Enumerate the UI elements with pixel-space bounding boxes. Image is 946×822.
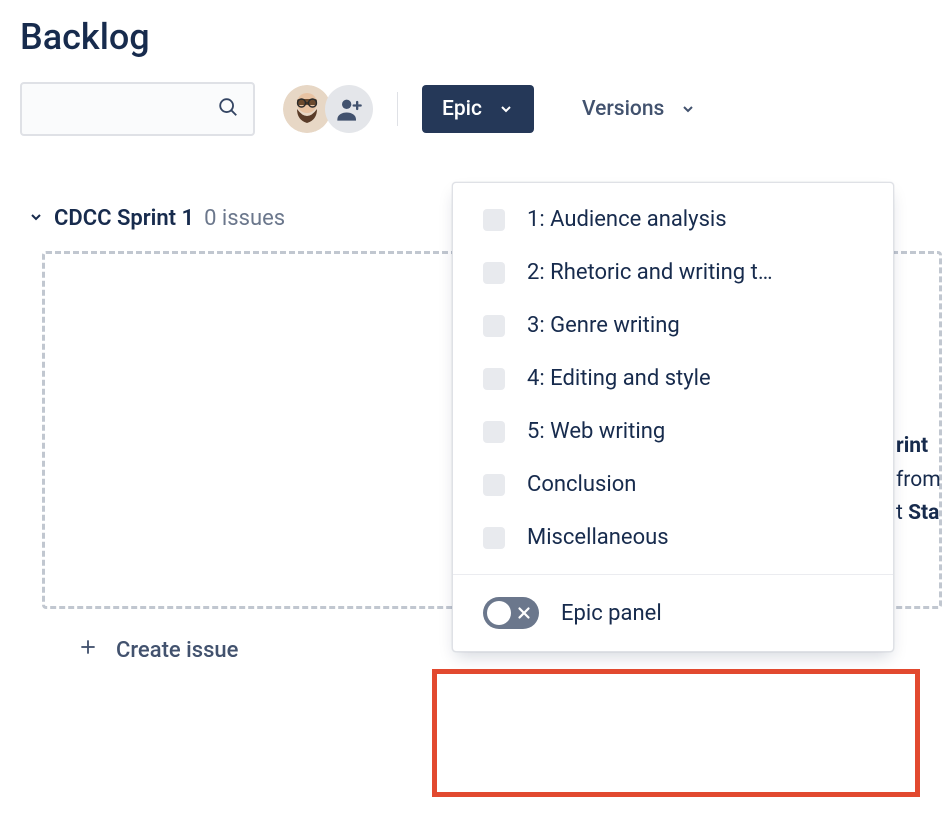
checkbox-icon[interactable] — [483, 315, 505, 337]
add-user-button[interactable] — [325, 85, 373, 133]
checkbox-icon[interactable] — [483, 527, 505, 549]
epic-option[interactable]: 3: Genre writing — [453, 299, 893, 352]
chevron-down-icon — [498, 101, 514, 117]
epic-filter-label: Epic — [442, 97, 482, 121]
search-box[interactable] — [20, 82, 255, 136]
checkbox-icon[interactable] — [483, 209, 505, 231]
epic-option-label: 5: Web writing — [527, 419, 665, 444]
epic-option-label: 3: Genre writing — [527, 313, 680, 338]
epic-option[interactable]: Miscellaneous — [453, 511, 893, 564]
epic-option-label: 2: Rhetoric and writing t… — [527, 260, 773, 285]
epic-option-label: Miscellaneous — [527, 525, 669, 550]
epic-option-label: 4: Editing and style — [527, 366, 711, 391]
epic-option-label: 1: Audience analysis — [527, 207, 727, 232]
sprint-name: CDCC Sprint 1 — [54, 206, 194, 231]
chevron-down-icon — [28, 206, 44, 231]
checkbox-icon[interactable] — [483, 474, 505, 496]
page-title: Backlog — [0, 0, 946, 82]
close-icon — [515, 604, 533, 622]
epic-filter-button[interactable]: Epic — [422, 85, 534, 133]
epic-option[interactable]: Conclusion — [453, 458, 893, 511]
toolbar: Epic Versions — [0, 82, 946, 166]
checkbox-icon[interactable] — [483, 262, 505, 284]
epic-dropdown: 1: Audience analysis 2: Rhetoric and wri… — [452, 182, 894, 652]
create-issue-label: Create issue — [116, 638, 238, 663]
user-avatar[interactable] — [283, 85, 331, 133]
epic-option[interactable]: 5: Web writing — [453, 405, 893, 458]
epic-option[interactable]: 2: Rhetoric and writing t… — [453, 246, 893, 299]
toggle-knob — [487, 601, 511, 625]
plus-icon — [78, 637, 98, 663]
checkbox-icon[interactable] — [483, 368, 505, 390]
sprint-hint-text: rint from t Sta — [896, 430, 946, 531]
epic-panel-toggle[interactable] — [483, 597, 539, 629]
epic-option-label: Conclusion — [527, 472, 636, 497]
checkbox-icon[interactable] — [483, 421, 505, 443]
search-icon — [217, 96, 239, 122]
versions-filter-label: Versions — [582, 97, 664, 121]
epic-panel-row: Epic panel — [453, 575, 893, 651]
epic-option[interactable]: 4: Editing and style — [453, 352, 893, 405]
epic-panel-label: Epic panel — [561, 601, 662, 626]
avatar-group — [283, 85, 373, 133]
versions-filter-button[interactable]: Versions — [562, 85, 716, 133]
divider — [397, 92, 398, 126]
sprint-issue-count: 0 issues — [204, 206, 285, 231]
annotation-highlight — [432, 669, 920, 797]
chevron-down-icon — [680, 101, 696, 117]
epic-option[interactable]: 1: Audience analysis — [453, 193, 893, 246]
